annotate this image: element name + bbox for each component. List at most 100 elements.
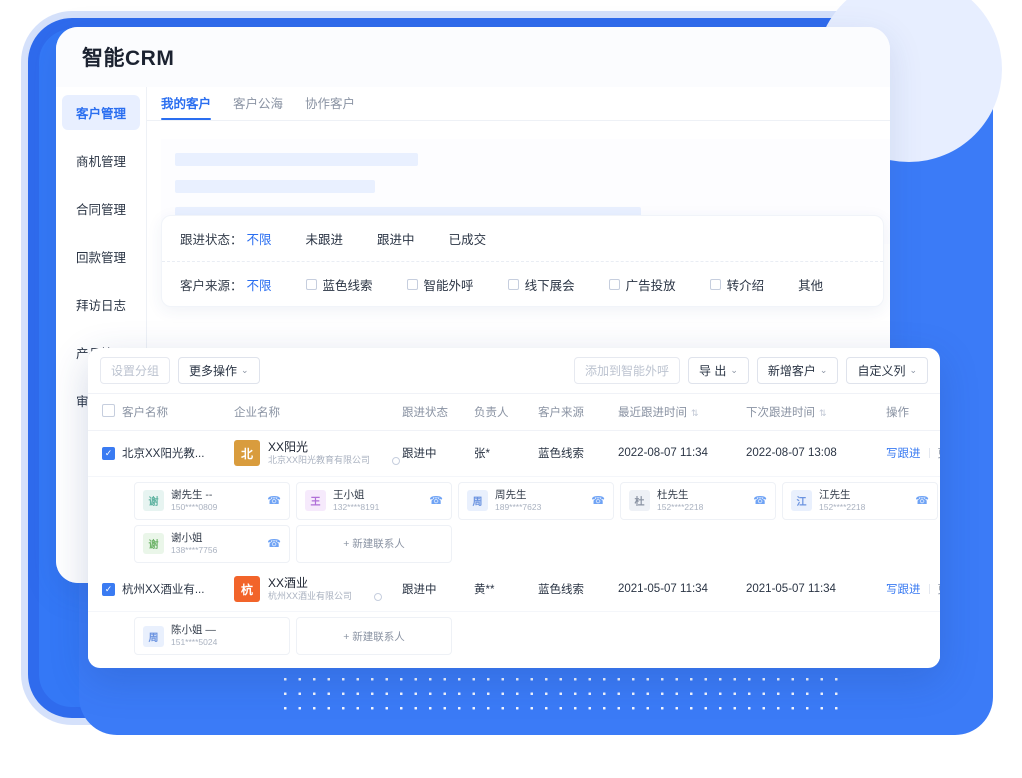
customer-name-cell[interactable]: 北京XX阳光教... (122, 430, 234, 477)
toolbar-left-group: 设置分组 更多操作 ⌄ (100, 357, 260, 384)
column-header-0[interactable]: 客户名称 (122, 394, 234, 431)
contact-phone: 189****7623 (495, 501, 542, 512)
phone-call-icon[interactable]: ☎ (429, 494, 443, 507)
tab-1[interactable]: 客户公海 (233, 93, 283, 120)
toolbar-left-button-1[interactable]: 更多操作 ⌄ (178, 357, 260, 384)
select-all-checkbox[interactable] (102, 404, 115, 417)
checkbox-icon[interactable] (406, 278, 418, 290)
contact-name: 王小姐 (333, 488, 365, 501)
more-actions-link[interactable]: 更多 (938, 584, 941, 596)
filter-row-0: 跟进状态： 不限 未跟进 跟进中 已成交 (162, 216, 883, 261)
column-header-label: 客户来源 (538, 407, 584, 419)
filter-option-1-5[interactable]: 其他 (798, 275, 823, 294)
filter-label-1: 客户来源： (180, 278, 243, 293)
toolbar-right-button-0[interactable]: 添加到智能外呼 (573, 357, 680, 384)
toolbar-right-button-2[interactable]: 新增客户 ⌄ (756, 357, 839, 384)
add-contact-button[interactable]: + 新建联系人 (296, 524, 452, 563)
contact-info: 周先生 189****7623 (495, 489, 584, 513)
sidebar-item-3[interactable]: 回款管理 (62, 239, 140, 274)
contact-info: 陈小姐 —151****5024 (171, 624, 281, 648)
checkbox-icon[interactable] (305, 278, 317, 290)
customer-name-cell[interactable]: 杭州XX酒业有... (122, 566, 234, 613)
contact-name: 谢先生 -- (171, 488, 213, 501)
chevron-down-icon[interactable]: ⌄ (730, 365, 738, 376)
row-checkbox[interactable]: ✓ (102, 582, 115, 596)
company-name[interactable]: XX酒业 (268, 576, 382, 591)
phone-call-icon[interactable]: ☎ (753, 494, 767, 507)
checkbox-icon[interactable] (608, 278, 620, 290)
contact-card[interactable]: 王王小姐 132****8191 ☎ (296, 481, 452, 520)
tab-0[interactable]: 我的客户 (161, 93, 212, 120)
contact-card[interactable]: 周周先生 189****7623 ☎ (458, 481, 614, 520)
toolbar-left-button-0[interactable]: 设置分组 (100, 357, 171, 384)
column-header-6[interactable]: 下次跟进时间 ⇅ (746, 394, 886, 431)
filter-label-0: 跟进状态： (180, 233, 243, 247)
company-name[interactable]: XX阳光 (268, 440, 400, 455)
phone-call-icon[interactable]: ☎ (591, 494, 605, 507)
action-divider (928, 584, 930, 595)
sidebar-item-2[interactable]: 合同管理 (62, 191, 140, 226)
filter-option-0-0[interactable]: 未跟进 (306, 229, 344, 248)
company-cell: 杭 XX酒业 杭州XX酒业有限公司 (234, 566, 402, 613)
add-contact-button[interactable]: + 新建联系人 (296, 617, 452, 656)
phone-call-icon[interactable]: ☎ (267, 494, 281, 507)
filter-option-1-3[interactable]: 广告投放 (608, 275, 676, 294)
sidebar-item-4[interactable]: 拜访日志 (62, 287, 140, 322)
contact-card[interactable]: 江江先生 152****2218 ☎ (782, 481, 938, 520)
contact-card[interactable]: 谢谢先生 -- 150****0809 ☎ (134, 481, 290, 520)
more-actions-link[interactable]: 更多 (938, 448, 941, 460)
tab-2[interactable]: 协作客户 (305, 93, 355, 120)
contact-card[interactable]: 杜杜先生 152****2218 ☎ (620, 481, 776, 520)
sort-icon[interactable]: ⇅ (691, 408, 699, 418)
contact-phone: 150****0809 (171, 501, 218, 512)
toolbar-right-button-1[interactable]: 导 出 ⌄ (687, 357, 749, 384)
skeleton-bar-0 (175, 153, 418, 166)
chevron-down-icon[interactable]: ⌄ (909, 365, 917, 376)
column-header-label: 客户名称 (122, 407, 168, 419)
filter-option-1-1[interactable]: 智能外呼 (406, 275, 474, 294)
status-cell: 跟进中 (402, 566, 474, 613)
column-header-2[interactable]: 跟进状态 (402, 394, 474, 431)
filter-option-0-2[interactable]: 已成交 (449, 229, 487, 248)
checkbox-icon[interactable] (507, 278, 519, 290)
phone-call-icon[interactable]: ☎ (267, 537, 281, 550)
filter-option-label: 转介绍 (726, 278, 765, 293)
filter-option-1-4[interactable]: 转介绍 (709, 275, 765, 294)
sidebar-item-1[interactable]: 商机管理 (62, 143, 140, 178)
filter-active-value-1[interactable]: 不限 (247, 275, 272, 294)
table-body: ✓ 北京XX阳光教... 北 XX阳光 北京XX阳光教育有限公司 跟进中 张* 蓝色线索 202… (88, 430, 941, 660)
column-header-7[interactable]: 操作 (886, 394, 940, 431)
customer-table: 客户名称 企业名称 跟进状态 负责人 客户来源 最近跟进时间 ⇅ 下次跟进时间 ⇅ 操作 ✓ 北京X… (88, 394, 941, 660)
contacts-cell: 周陈小姐 —151****5024 + 新建联系人 (88, 612, 940, 660)
decorative-dot-grid (278, 672, 838, 720)
copy-icon[interactable] (392, 456, 401, 465)
chevron-down-icon[interactable]: ⌄ (241, 365, 249, 376)
column-header-1[interactable]: 企业名称 (234, 394, 402, 431)
chevron-down-icon[interactable]: ⌄ (820, 365, 828, 376)
checkbox-icon[interactable] (709, 278, 721, 290)
filter-active-value-0[interactable]: 不限 (247, 229, 272, 248)
row-checkbox[interactable]: ✓ (102, 446, 115, 460)
company-text: XX阳光 北京XX阳光教育有限公司 (268, 440, 401, 467)
column-header-3[interactable]: 负责人 (474, 394, 538, 431)
copy-icon[interactable] (374, 592, 383, 601)
filter-option-0-1[interactable]: 跟进中 (377, 229, 415, 248)
customer-table-panel: 设置分组 更多操作 ⌄ 添加到智能外呼导 出 ⌄ 新增客户 ⌄ 自定义列 ⌄ 客户名称 企业名称… (88, 348, 940, 668)
owner-cell: 黄** (474, 566, 538, 613)
filter-option-1-2[interactable]: 线下展会 (507, 275, 575, 294)
contact-name: 周先生 (495, 488, 527, 501)
contact-avatar: 周 (143, 625, 164, 647)
write-followup-link[interactable]: 写跟进 (886, 584, 921, 596)
column-header-4[interactable]: 客户来源 (538, 394, 618, 431)
sidebar-item-0[interactable]: 客户管理 (62, 95, 140, 130)
write-followup-link[interactable]: 写跟进 (886, 448, 921, 460)
sort-icon[interactable]: ⇅ (819, 408, 827, 418)
contact-name: 江先生 (819, 488, 851, 501)
contact-card[interactable]: 周陈小姐 —151****5024 (134, 617, 290, 656)
phone-call-icon[interactable]: ☎ (915, 494, 929, 507)
contact-card[interactable]: 谢谢小姐 138****7756 ☎ (134, 524, 290, 563)
contacts-strip: 谢谢先生 -- 150****0809 ☎ 王王小姐 132****8191 ☎ 周周先生 1… (88, 476, 940, 567)
toolbar-right-button-3[interactable]: 自定义列 ⌄ (846, 357, 928, 384)
filter-option-1-0[interactable]: 蓝色线索 (305, 275, 373, 294)
column-header-5[interactable]: 最近跟进时间 ⇅ (618, 394, 746, 431)
